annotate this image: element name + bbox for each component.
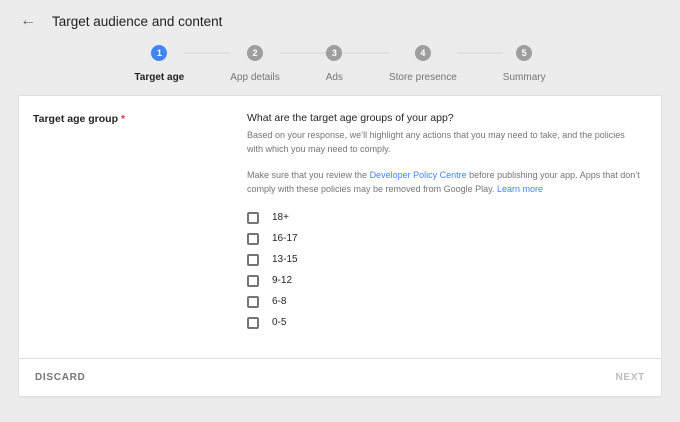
checkbox-row-13-15[interactable]: 13-15 xyxy=(247,254,641,266)
page-title: Target audience and content xyxy=(52,14,222,29)
stepper: 1 Target age 2 App details 3 Ads 4 Store… xyxy=(0,45,680,83)
question-text: What are the target age groups of your a… xyxy=(247,112,641,124)
step-4-label: Store presence xyxy=(389,72,457,83)
field-content: What are the target age groups of your a… xyxy=(247,112,645,350)
step-4-circle[interactable]: 4 xyxy=(415,45,431,61)
step-store-presence[interactable]: 4 Store presence xyxy=(389,45,457,83)
step-summary[interactable]: 5 Summary xyxy=(503,45,546,83)
next-button[interactable]: NEXT xyxy=(616,372,645,383)
back-arrow-icon[interactable]: ← xyxy=(20,13,36,29)
description-text: Based on your response, we’ll highlight … xyxy=(247,129,641,157)
checkbox-label-13-15: 13-15 xyxy=(272,254,298,265)
card-body: Target age group* What are the target ag… xyxy=(19,96,661,358)
checkbox-0-5[interactable] xyxy=(247,317,259,329)
checkbox-18-plus[interactable] xyxy=(247,212,259,224)
checkbox-row-16-17[interactable]: 16-17 xyxy=(247,233,641,245)
policy-note-prefix: Make sure that you review the xyxy=(247,170,370,180)
step-5-circle[interactable]: 5 xyxy=(516,45,532,61)
step-1-label: Target age xyxy=(134,72,184,83)
policy-note: Make sure that you review the Developer … xyxy=(247,169,641,197)
discard-button[interactable]: DISCARD xyxy=(35,372,85,383)
step-connector xyxy=(343,52,389,54)
checkbox-label-18-plus: 18+ xyxy=(272,212,289,223)
developer-policy-centre-link[interactable]: Developer Policy Centre xyxy=(370,170,467,180)
required-marker: * xyxy=(121,113,125,125)
step-ads[interactable]: 3 Ads xyxy=(326,45,343,83)
checkbox-16-17[interactable] xyxy=(247,233,259,245)
step-3-label: Ads xyxy=(326,72,343,83)
checkbox-row-18-plus[interactable]: 18+ xyxy=(247,212,641,224)
target-age-card: Target age group* What are the target ag… xyxy=(18,95,662,397)
step-app-details[interactable]: 2 App details xyxy=(230,45,279,83)
checkbox-label-16-17: 16-17 xyxy=(272,233,298,244)
page-header: ← Target audience and content xyxy=(0,0,680,33)
step-2-label: App details xyxy=(230,72,279,83)
checkbox-6-8[interactable] xyxy=(247,296,259,308)
checkbox-label-6-8: 6-8 xyxy=(272,296,286,307)
checkbox-label-9-12: 9-12 xyxy=(272,275,292,286)
learn-more-link[interactable]: Learn more xyxy=(497,184,543,194)
checkbox-row-0-5[interactable]: 0-5 xyxy=(247,317,641,329)
checkbox-row-6-8[interactable]: 6-8 xyxy=(247,296,641,308)
checkbox-label-0-5: 0-5 xyxy=(272,317,286,328)
step-2-circle[interactable]: 2 xyxy=(247,45,263,61)
step-target-age[interactable]: 1 Target age xyxy=(134,45,184,83)
card-footer: DISCARD NEXT xyxy=(19,358,661,396)
step-connector xyxy=(184,52,230,54)
checkbox-13-15[interactable] xyxy=(247,254,259,266)
checkbox-9-12[interactable] xyxy=(247,275,259,287)
step-connector xyxy=(280,52,326,54)
field-label-text: Target age group xyxy=(33,113,118,125)
step-connector xyxy=(457,52,503,54)
step-5-label: Summary xyxy=(503,72,546,83)
step-3-circle[interactable]: 3 xyxy=(326,45,342,61)
field-label: Target age group* xyxy=(33,112,247,350)
step-1-circle[interactable]: 1 xyxy=(151,45,167,61)
checkbox-row-9-12[interactable]: 9-12 xyxy=(247,275,641,287)
age-group-checkbox-list: 18+ 16-17 13-15 9-12 6-8 xyxy=(247,212,641,329)
